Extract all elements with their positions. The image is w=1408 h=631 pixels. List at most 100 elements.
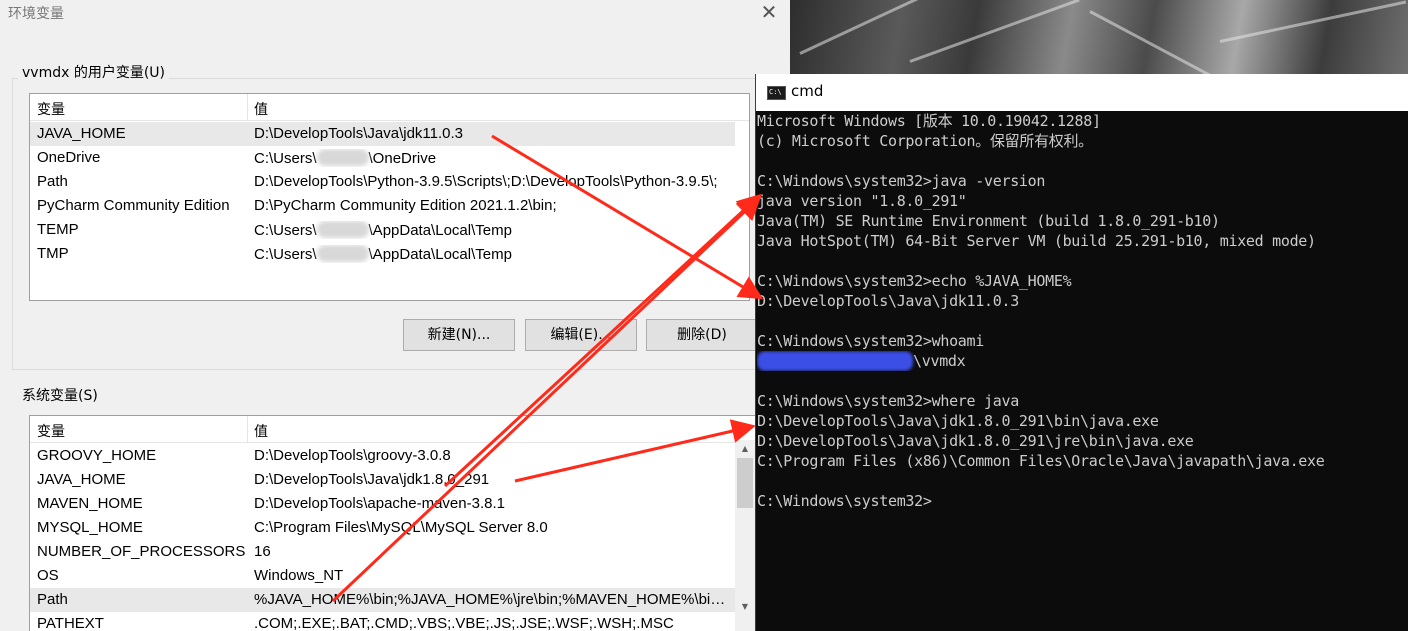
- cmd-icon: C:\: [767, 86, 786, 100]
- system-list-scrollbar[interactable]: ▲ ▼: [735, 440, 755, 631]
- var-value: D:\DevelopTools\Java\jdk11.0.3: [254, 125, 464, 142]
- var-value: C:\Users\ \AppData\Local\Temp: [254, 221, 732, 239]
- console-prompt[interactable]: C:\Windows\system32>: [757, 491, 1408, 511]
- var-value: C:\Users\ \OneDrive: [254, 149, 732, 167]
- column-header-variable[interactable]: 变量: [37, 421, 65, 441]
- cmd-titlebar[interactable]: C:\ cmd: [756, 74, 1408, 111]
- desktop-wallpaper: [790, 0, 1408, 74]
- system-var-row-mysql-home[interactable]: MYSQL_HOME C:\Program Files\MySQL\MySQL …: [30, 516, 736, 540]
- scroll-up-arrow-icon[interactable]: ▲: [735, 440, 755, 458]
- dialog-title: 环境变量: [8, 6, 64, 22]
- edit-button[interactable]: 编辑(E)...: [525, 319, 637, 351]
- system-var-row-maven-home[interactable]: MAVEN_HOME D:\DevelopTools\apache-maven-…: [30, 492, 736, 516]
- var-name: OS: [37, 567, 59, 584]
- whoami-user: \vvmdx: [913, 352, 966, 370]
- console-line: C:\Windows\system32>where java: [757, 392, 1019, 410]
- console-line: Microsoft Windows [版本 10.0.19042.1288]: [757, 112, 1101, 130]
- user-var-row-java-home[interactable]: JAVA_HOME D:\DevelopTools\Java\jdk11.0.3: [30, 122, 735, 146]
- var-name: TMP: [37, 245, 69, 262]
- scroll-down-arrow-icon[interactable]: ▼: [735, 598, 755, 616]
- value-suffix: \OneDrive: [368, 150, 437, 167]
- var-name: MAVEN_HOME: [37, 495, 143, 512]
- var-value: D:\DevelopTools\apache-maven-3.8.1: [254, 495, 505, 512]
- var-name: JAVA_HOME: [37, 471, 126, 488]
- environment-variables-dialog: 环境变量 ✕ vvmdx 的用户变量(U) 变量 值 JAVA_HOME D:\…: [0, 0, 790, 631]
- new-button[interactable]: 新建(N)...: [403, 319, 515, 351]
- column-header-variable[interactable]: 变量: [37, 99, 65, 119]
- cmd-output[interactable]: Microsoft Windows [版本 10.0.19042.1288] (…: [757, 111, 1408, 511]
- var-name: OneDrive: [37, 149, 101, 166]
- console-line: Java HotSpot(TM) 64-Bit Server VM (build…: [757, 232, 1316, 250]
- var-value: Windows_NT: [254, 567, 344, 584]
- wallpaper-stroke: [1089, 10, 1232, 74]
- user-var-row-tmp[interactable]: TMP C:\Users\ \AppData\Local\Temp: [30, 242, 736, 266]
- var-name: TEMP: [37, 221, 79, 238]
- var-name: JAVA_HOME: [37, 125, 126, 142]
- var-value: %JAVA_HOME%\bin;%JAVA_HOME%\jre\bin;%MAV…: [254, 591, 732, 608]
- delete-button[interactable]: 删除(D): [646, 319, 758, 351]
- console-line: C:\Windows\system32>whoami: [757, 332, 985, 350]
- var-name: MYSQL_HOME: [37, 519, 143, 536]
- column-header-value[interactable]: 值: [254, 421, 268, 441]
- scrollbar-thumb[interactable]: [737, 458, 753, 508]
- var-name: NUMBER_OF_PROCESSORS: [37, 543, 246, 560]
- console-line: java version "1.8.0_291": [757, 192, 967, 210]
- system-variables-label: 系统变量(S): [18, 385, 102, 405]
- user-var-row-pycharm[interactable]: PyCharm Community Edition D:\PyCharm Com…: [30, 194, 736, 218]
- redaction-blur: [316, 149, 369, 166]
- console-line: D:\DevelopTools\Java\jdk11.0.3: [757, 292, 1019, 310]
- system-var-row-number-of-processors[interactable]: NUMBER_OF_PROCESSORS 16: [30, 540, 736, 564]
- console-line: D:\DevelopTools\Java\jdk1.8.0_291\jre\bi…: [757, 432, 1194, 450]
- user-var-row-path[interactable]: Path D:\DevelopTools\Python-3.9.5\Script…: [30, 170, 736, 194]
- var-name: GROOVY_HOME: [37, 447, 157, 464]
- system-variables-list[interactable]: 变量 值 GROOVY_HOME D:\DevelopTools\groovy-…: [29, 415, 756, 631]
- user-var-row-temp[interactable]: TEMP C:\Users\ \AppData\Local\Temp: [30, 218, 736, 242]
- user-variables-label: vvmdx 的用户变量(U): [18, 62, 170, 82]
- var-name: Path: [37, 173, 68, 190]
- system-var-row-os[interactable]: OS Windows_NT: [30, 564, 736, 588]
- column-divider[interactable]: [247, 94, 248, 121]
- console-line: (c) Microsoft Corporation。保留所有权利。: [757, 132, 1093, 150]
- var-value: D:\DevelopTools\Java\jdk1.8.0_291: [254, 471, 490, 488]
- console-line-whoami-result: \vvmdx: [757, 351, 1408, 371]
- user-var-row-onedrive[interactable]: OneDrive C:\Users\ \OneDrive: [30, 146, 736, 170]
- cmd-window: C:\ cmd Microsoft Windows [版本 10.0.19042…: [755, 74, 1408, 631]
- var-name: PyCharm Community Edition: [37, 197, 230, 214]
- console-line: C:\Program Files (x86)\Common Files\Orac…: [757, 452, 1325, 470]
- close-icon[interactable]: ✕: [752, 0, 786, 24]
- column-header-value[interactable]: 值: [254, 99, 268, 119]
- console-line: C:\Windows\system32>java -version: [757, 172, 1046, 190]
- system-var-row-java-home[interactable]: JAVA_HOME D:\DevelopTools\Java\jdk1.8.0_…: [30, 468, 736, 492]
- var-value: C:\Users\ \AppData\Local\Temp: [254, 245, 732, 263]
- user-variables-list[interactable]: 变量 值 JAVA_HOME D:\DevelopTools\Java\jdk1…: [29, 93, 750, 301]
- value-prefix: C:\Users\: [254, 246, 317, 263]
- redaction-blur: [316, 221, 369, 238]
- console-line: Java(TM) SE Runtime Environment (build 1…: [757, 212, 1220, 230]
- system-var-row-groovy-home[interactable]: GROOVY_HOME D:\DevelopTools\groovy-3.0.8: [30, 444, 736, 468]
- value-suffix: \AppData\Local\Temp: [368, 246, 512, 263]
- var-name: Path: [37, 591, 68, 608]
- value-suffix: \AppData\Local\Temp: [368, 222, 512, 239]
- cmd-title: cmd: [791, 82, 824, 100]
- var-value: C:\Program Files\MySQL\MySQL Server 8.0: [254, 519, 548, 536]
- var-value: 16: [254, 543, 271, 560]
- var-value: D:\DevelopTools\groovy-3.0.8: [254, 447, 451, 464]
- var-value: .COM;.EXE;.BAT;.CMD;.VBS;.VBE;.JS;.JSE;.…: [254, 615, 674, 631]
- column-divider[interactable]: [247, 416, 248, 443]
- wallpaper-stroke: [1219, 0, 1407, 43]
- console-line: D:\DevelopTools\Java\jdk1.8.0_291\bin\ja…: [757, 412, 1159, 430]
- console-line: C:\Windows\system32>echo %JAVA_HOME%: [757, 272, 1072, 290]
- system-var-row-pathext[interactable]: PATHEXT .COM;.EXE;.BAT;.CMD;.VBS;.VBE;.J…: [30, 612, 736, 631]
- redaction-scribble: [757, 351, 913, 371]
- var-name: PATHEXT: [37, 615, 104, 631]
- redaction-blur: [316, 245, 369, 262]
- var-value: D:\PyCharm Community Edition 2021.1.2\bi…: [254, 197, 557, 214]
- var-value: D:\DevelopTools\Python-3.9.5\Scripts\;D:…: [254, 173, 718, 190]
- value-prefix: C:\Users\: [254, 222, 317, 239]
- system-var-row-path[interactable]: Path %JAVA_HOME%\bin;%JAVA_HOME%\jre\bin…: [30, 588, 736, 612]
